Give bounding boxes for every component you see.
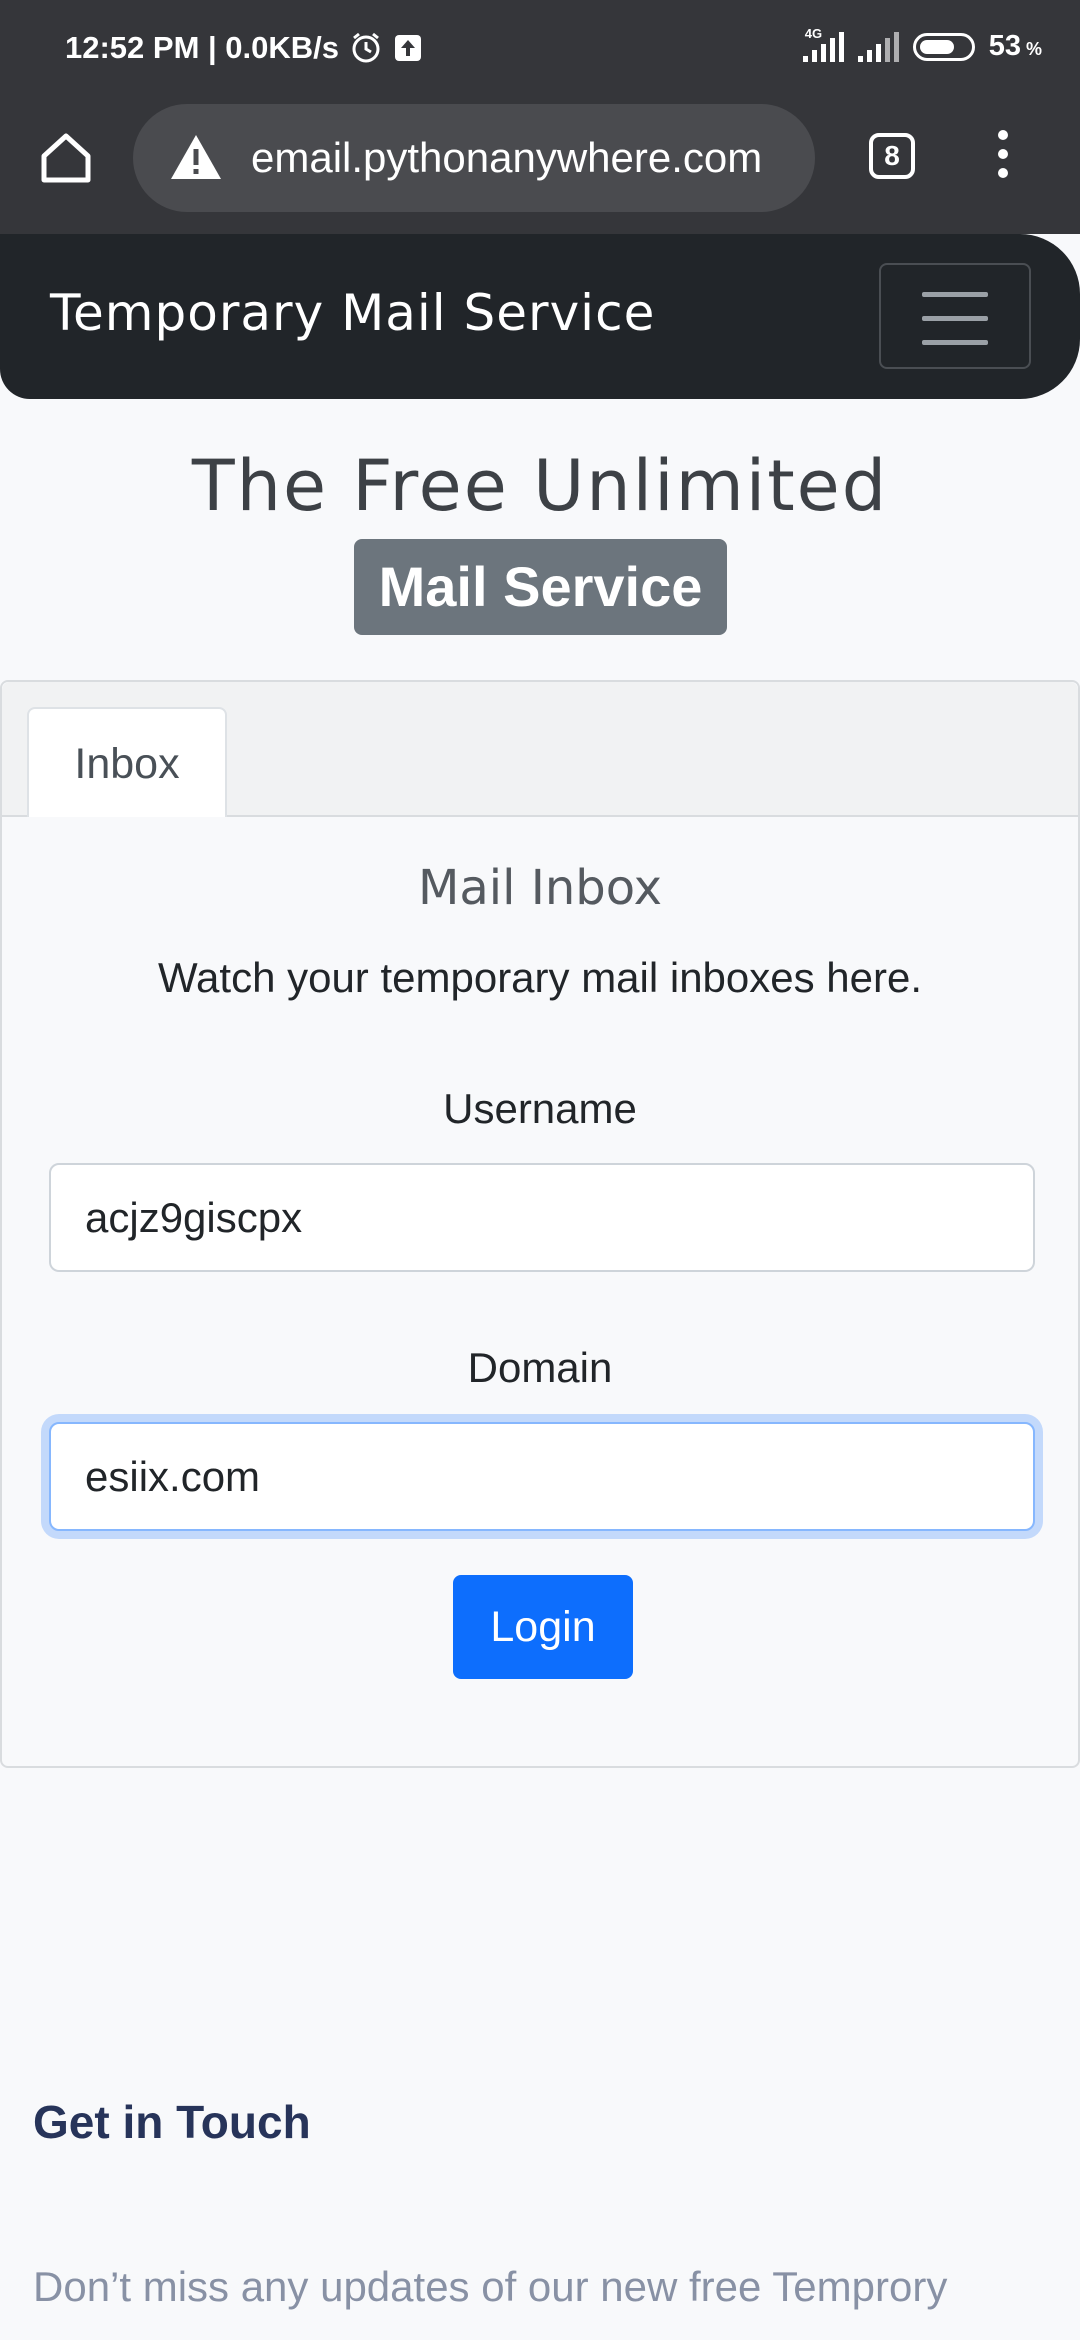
tab-switcher-button[interactable]: 8	[869, 133, 915, 179]
upload-icon	[395, 35, 422, 61]
username-input[interactable]: acjz9giscpx	[49, 1163, 1035, 1272]
status-bar: 12:52 PM | 0.0KB/s 4G 53 %	[0, 0, 1080, 100]
footer-title: Get in Touch	[33, 2096, 311, 2148]
status-left: 12:52 PM | 0.0KB/s	[65, 30, 423, 66]
inbox-card: Inbox Mail Inbox Watch your temporary ma…	[0, 680, 1080, 1768]
navbar-brand[interactable]: Temporary Mail Service	[50, 284, 655, 342]
tab-inbox[interactable]: Inbox	[27, 707, 227, 817]
login-button[interactable]: Login	[453, 1575, 633, 1679]
network-type: 4G	[804, 25, 823, 41]
card-description: Watch your temporary mail inboxes here.	[157, 954, 923, 1001]
domain-label: Domain	[467, 1344, 613, 1391]
overflow-menu-icon[interactable]	[990, 130, 1016, 184]
browser-toolbar: email.pythonanywhere.com 8	[0, 100, 1080, 234]
signal-2-icon	[857, 31, 899, 62]
address-bar[interactable]: email.pythonanywhere.com	[133, 104, 815, 212]
alarm-icon	[352, 32, 380, 63]
hero-title: The Free Unlimited	[191, 445, 889, 527]
site-navbar: Temporary Mail Service	[0, 234, 1080, 399]
card-title: Mail Inbox	[417, 860, 663, 916]
battery-icon	[912, 32, 975, 61]
username-label: Username	[443, 1085, 637, 1132]
url-text[interactable]: email.pythonanywhere.com	[251, 134, 762, 182]
footer-text: Don’t miss any updates of our new free T…	[33, 2263, 948, 2310]
warning-icon[interactable]	[169, 131, 223, 185]
hero-badge: Mail Service	[354, 539, 727, 635]
home-icon[interactable]	[36, 128, 96, 188]
card-header: Inbox	[2, 682, 1078, 817]
navbar-toggle-button[interactable]	[879, 263, 1031, 369]
hamburger-icon	[881, 265, 1029, 345]
status-time: 12:52 PM | 0.0KB/s	[65, 30, 340, 65]
domain-input[interactable]: esiix.com	[49, 1422, 1035, 1531]
battery-level: 53 %	[988, 30, 1042, 62]
status-right: 4G 53 %	[802, 26, 1042, 63]
